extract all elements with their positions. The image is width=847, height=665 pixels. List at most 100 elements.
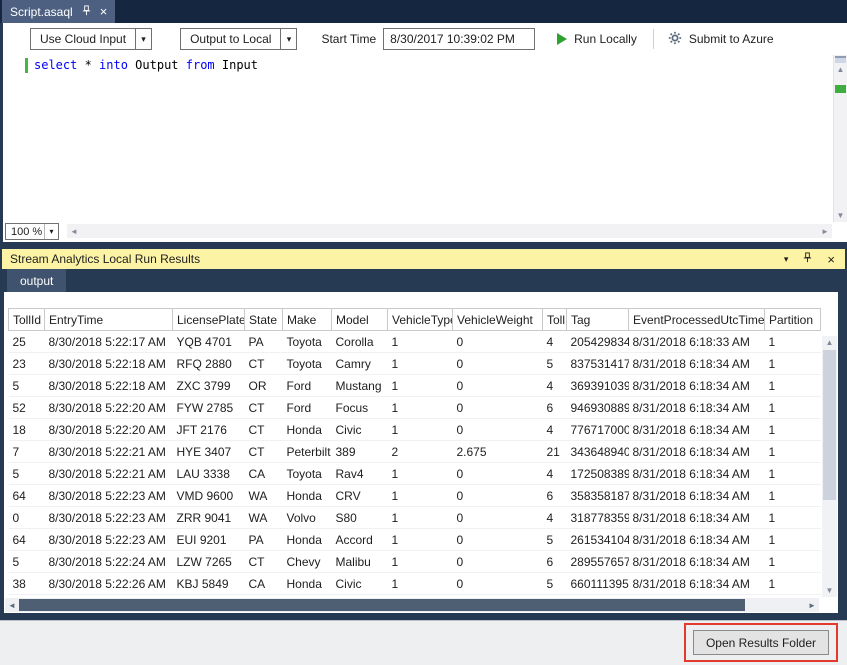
table-cell: CA <box>245 573 283 595</box>
zoom-dropdown[interactable]: 100 % ▾ <box>5 223 59 240</box>
column-header-tag[interactable]: Tag <box>567 309 629 331</box>
table-cell: 1 <box>388 551 453 573</box>
submit-to-azure-button[interactable]: Submit to Azure <box>668 31 774 48</box>
table-cell: 8/30/2018 5:22:20 AM <box>45 397 173 419</box>
toolbar: Use Cloud Input ▾ Output to Local ▾ Star… <box>3 23 847 55</box>
footer-bar: Open Results Folder <box>0 620 847 665</box>
table-row[interactable]: 388/30/2018 5:22:26 AMKBJ 5849CAHondaCiv… <box>9 573 821 595</box>
column-header-vehicletype[interactable]: VehicleType <box>388 309 453 331</box>
table-row[interactable]: 258/30/2018 5:22:17 AMYQB 4701PAToyotaCo… <box>9 331 821 353</box>
table-cell: RFQ 2880 <box>173 353 245 375</box>
table-row[interactable]: 78/30/2018 5:22:21 AMHYE 3407CTPeterbilt… <box>9 441 821 463</box>
table-cell: 21 <box>543 441 567 463</box>
cloud-input-dropdown[interactable]: Use Cloud Input ▾ <box>30 28 152 50</box>
table-cell: 8/31/2018 6:18:34 AM <box>629 507 765 529</box>
table-cell: 1 <box>388 375 453 397</box>
column-header-model[interactable]: Model <box>332 309 388 331</box>
chevron-down-icon[interactable]: ▾ <box>135 29 151 49</box>
table-cell: 2 <box>388 441 453 463</box>
column-header-tollid[interactable]: TollId <box>9 309 45 331</box>
table-cell: Civic <box>332 419 388 441</box>
table-cell: YQB 4701 <box>173 331 245 353</box>
column-header-make[interactable]: Make <box>283 309 332 331</box>
run-locally-button[interactable]: Run Locally <box>557 32 637 46</box>
table-cell: LAU 3338 <box>173 463 245 485</box>
scroll-up-arrow[interactable]: ▲ <box>834 65 847 74</box>
table-cell: 1 <box>388 353 453 375</box>
scroll-down-arrow[interactable]: ▼ <box>822 586 837 595</box>
table-row[interactable]: 648/30/2018 5:22:23 AMEUI 9201PAHondaAcc… <box>9 529 821 551</box>
column-header-vehicleweight[interactable]: VehicleWeight <box>453 309 543 331</box>
table-row[interactable]: 58/30/2018 5:22:18 AMZXC 3799ORFordMusta… <box>9 375 821 397</box>
table-cell: 4 <box>543 331 567 353</box>
table-cell: LZW 7265 <box>173 551 245 573</box>
scroll-left-arrow[interactable]: ◄ <box>67 224 81 238</box>
output-dropdown[interactable]: Output to Local ▾ <box>180 28 297 50</box>
table-cell: 8/30/2018 5:22:18 AM <box>45 353 173 375</box>
table-cell: HYE 3407 <box>173 441 245 463</box>
tab-script-asaql[interactable]: Script.asaql × <box>2 0 115 23</box>
code-editor[interactable]: select * into Output from Input ▲ ▼ <box>3 55 847 222</box>
results-vertical-scrollbar[interactable]: ▲ ▼ <box>822 336 837 597</box>
table-cell: CT <box>245 397 283 419</box>
column-header-state[interactable]: State <box>245 309 283 331</box>
table-cell: 8/31/2018 6:18:34 AM <box>629 353 765 375</box>
table-row[interactable]: 08/30/2018 5:22:23 AMZRR 9041WAVolvoS801… <box>9 507 821 529</box>
close-icon[interactable]: × <box>100 5 108 18</box>
column-header-toll[interactable]: Toll <box>543 309 567 331</box>
column-header-partition[interactable]: Partition <box>765 309 821 331</box>
table-cell: 660111395 <box>567 573 629 595</box>
table-cell: 5 <box>9 375 45 397</box>
table-row[interactable]: 58/30/2018 5:22:24 AMLZW 7265CTChevyMali… <box>9 551 821 573</box>
table-cell: 8/30/2018 5:22:21 AM <box>45 463 173 485</box>
table-cell: 6 <box>543 485 567 507</box>
scroll-right-arrow[interactable]: ► <box>805 598 819 612</box>
scrollbar-thumb[interactable] <box>19 599 745 611</box>
results-horizontal-scrollbar[interactable]: ◄ ► <box>5 598 819 612</box>
column-header-licenseplate[interactable]: LicensePlate <box>173 309 245 331</box>
chevron-down-icon[interactable]: ▾ <box>280 29 296 49</box>
table-cell: Ford <box>283 375 332 397</box>
title-bar: Script.asaql × <box>0 0 847 23</box>
table-cell: 8/31/2018 6:18:34 AM <box>629 529 765 551</box>
results-content: TollIdEntryTimeLicensePlateStateMakeMode… <box>4 292 838 613</box>
run-locally-label: Run Locally <box>574 32 637 46</box>
table-cell: 8/30/2018 5:22:17 AM <box>45 331 173 353</box>
table-cell: 0 <box>453 375 543 397</box>
scroll-down-arrow[interactable]: ▼ <box>834 211 847 220</box>
close-icon[interactable]: × <box>827 253 835 266</box>
pin-icon[interactable] <box>81 5 92 19</box>
table-row[interactable]: 528/30/2018 5:22:20 AMFYW 2785CTFordFocu… <box>9 397 821 419</box>
chevron-down-icon[interactable]: ▾ <box>44 224 58 239</box>
submit-to-azure-label: Submit to Azure <box>689 32 774 46</box>
table-cell: 8/30/2018 5:22:24 AM <box>45 551 173 573</box>
scrollbar-thumb[interactable] <box>823 350 836 500</box>
scroll-left-arrow[interactable]: ◄ <box>5 598 19 612</box>
open-results-folder-button[interactable]: Open Results Folder <box>693 630 829 655</box>
table-row[interactable]: 188/30/2018 5:22:20 AMJFT 2176CTHondaCiv… <box>9 419 821 441</box>
table-row[interactable]: 238/30/2018 5:22:18 AMRFQ 2880CTToyotaCa… <box>9 353 821 375</box>
table-cell: 1 <box>765 375 821 397</box>
table-cell: Toyota <box>283 331 332 353</box>
table-row[interactable]: 648/30/2018 5:22:23 AMVMD 9600WAHondaCRV… <box>9 485 821 507</box>
zoom-value: 100 % <box>6 224 44 239</box>
scroll-up-arrow[interactable]: ▲ <box>822 338 837 347</box>
column-header-eventprocessedutctime[interactable]: EventProcessedUtcTime <box>629 309 765 331</box>
column-header-entrytime[interactable]: EntryTime <box>45 309 173 331</box>
table-cell: 1 <box>388 331 453 353</box>
window-position-icon[interactable]: ▾ <box>784 254 789 265</box>
table-cell: 172508389 <box>567 463 629 485</box>
start-time-input[interactable] <box>383 28 535 50</box>
pin-icon[interactable] <box>802 252 813 266</box>
table-cell: 1 <box>765 397 821 419</box>
table-cell: 0 <box>453 353 543 375</box>
code-token: * <box>77 58 99 72</box>
editor-horizontal-scrollbar[interactable]: ◄ ► <box>67 224 832 238</box>
editor-vertical-scrollbar[interactable]: ▲ ▼ <box>833 55 847 222</box>
tab-output[interactable]: output <box>7 269 66 292</box>
scroll-right-arrow[interactable]: ► <box>818 224 832 238</box>
table-cell: 0 <box>9 507 45 529</box>
table-cell: 8/31/2018 6:18:34 AM <box>629 551 765 573</box>
editor-split-handle[interactable] <box>835 56 846 63</box>
table-row[interactable]: 58/30/2018 5:22:21 AMLAU 3338CAToyotaRav… <box>9 463 821 485</box>
